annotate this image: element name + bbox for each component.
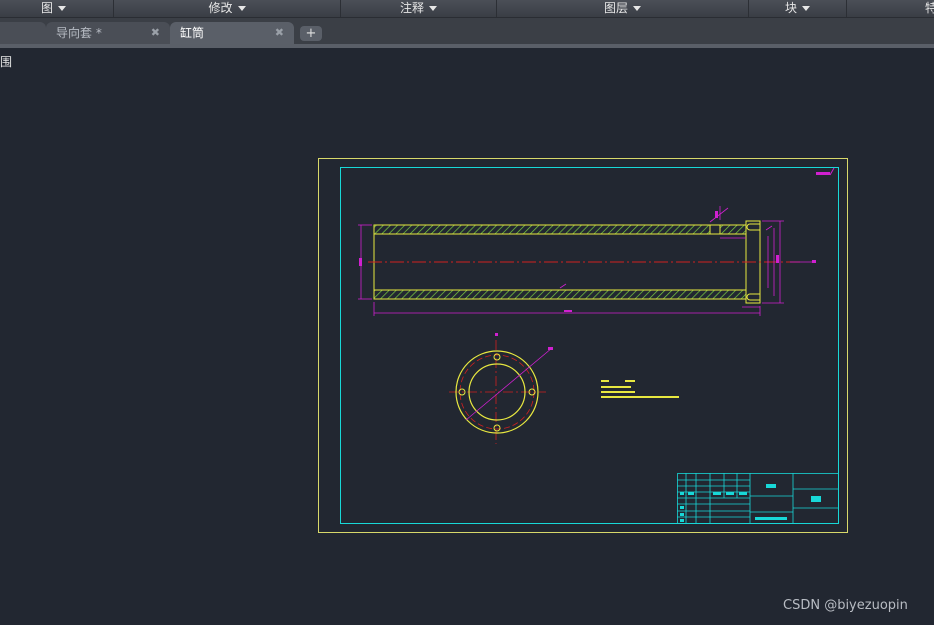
drawing-canvas[interactable]	[0, 0, 934, 625]
barrel-wall-top	[373, 224, 747, 235]
barrel-wall-bottom	[373, 289, 747, 300]
oil-port-top	[709, 224, 721, 235]
flange-end-view	[449, 333, 553, 444]
technical-notes	[601, 380, 679, 398]
watermark: CSDN @biyezuopin	[783, 598, 908, 613]
sheet-outer-frame	[318, 158, 848, 533]
roughness-note	[816, 167, 835, 176]
title-block-text	[680, 484, 821, 522]
barrel-section-view	[368, 220, 800, 304]
